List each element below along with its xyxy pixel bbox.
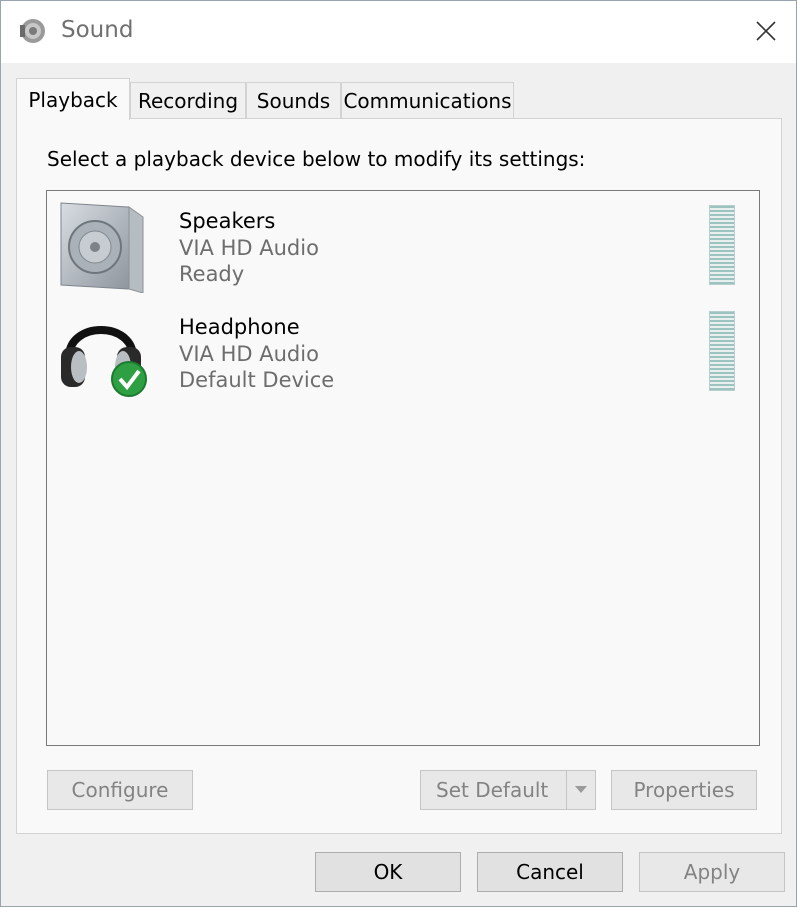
- set-default-dropdown[interactable]: [566, 771, 595, 809]
- device-driver: VIA HD Audio: [179, 342, 319, 366]
- device-list[interactable]: Speakers VIA HD Audio Ready Headphone VI…: [46, 190, 760, 746]
- apply-button[interactable]: Apply: [639, 852, 785, 892]
- tab-communications[interactable]: Communications: [341, 82, 514, 118]
- volume-level-meter: [709, 205, 735, 285]
- tab-recording[interactable]: Recording: [130, 82, 246, 118]
- device-driver: VIA HD Audio: [179, 236, 319, 260]
- configure-button[interactable]: Configure: [47, 770, 193, 810]
- chevron-down-icon: [575, 786, 587, 793]
- speaker-settings-icon: [20, 19, 45, 43]
- tab-sounds[interactable]: Sounds: [246, 82, 341, 118]
- title-bar[interactable]: Sound: [1, 1, 796, 63]
- device-name: Headphone: [179, 315, 300, 339]
- device-status: Default Device: [179, 368, 335, 392]
- ok-button[interactable]: OK: [315, 852, 461, 892]
- headphone-icon: [61, 326, 147, 397]
- set-default-button[interactable]: Set Default: [420, 770, 596, 810]
- playback-panel: Select a playback device below to modify…: [16, 118, 782, 834]
- set-default-label: Set Default: [436, 778, 549, 802]
- instruction-text: Select a playback device below to modify…: [47, 147, 586, 171]
- device-status: Ready: [179, 262, 245, 286]
- device-item-speakers[interactable]: Speakers VIA HD Audio Ready: [47, 191, 759, 293]
- close-icon: [756, 21, 776, 41]
- cancel-button[interactable]: Cancel: [477, 852, 623, 892]
- window-title: Sound: [61, 17, 134, 43]
- device-name: Speakers: [179, 209, 276, 233]
- tab-strip: Playback Recording Sounds Communications: [16, 78, 536, 120]
- speaker-icon: [60, 202, 144, 293]
- tab-playback[interactable]: Playback: [16, 78, 130, 120]
- properties-button[interactable]: Properties: [611, 770, 757, 810]
- sound-dialog: Sound Playback Recording Sounds Communic…: [0, 0, 797, 907]
- device-item-headphone[interactable]: Headphone VIA HD Audio Default Device: [47, 297, 759, 397]
- close-button[interactable]: [744, 11, 788, 51]
- volume-level-meter: [709, 311, 735, 391]
